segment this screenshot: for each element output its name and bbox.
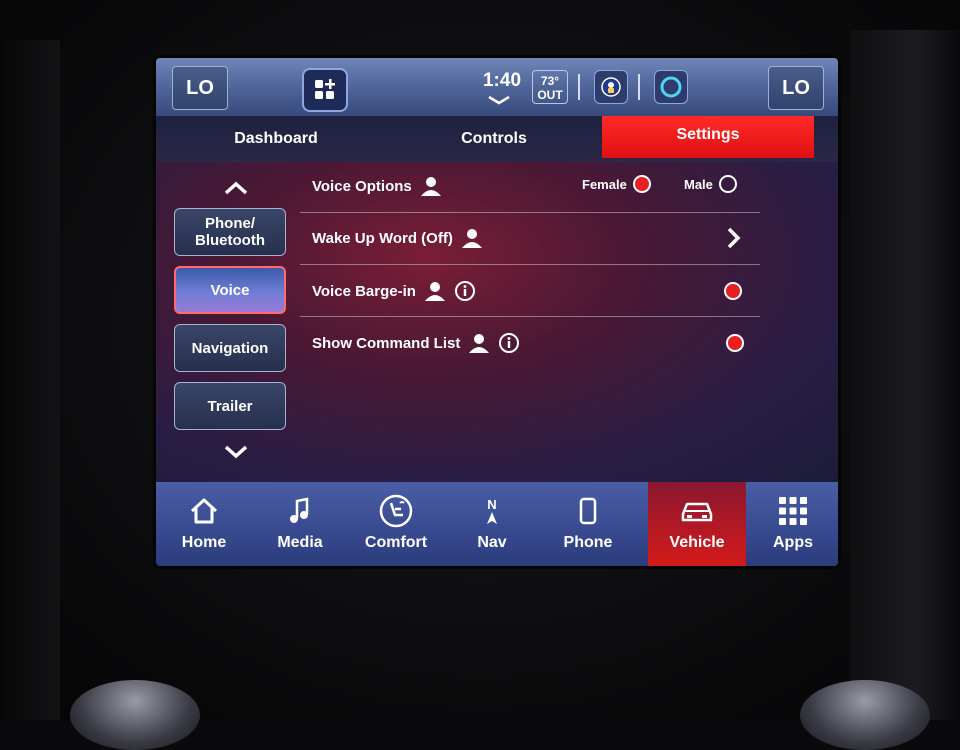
nav-nav[interactable]: N Nav bbox=[444, 482, 540, 566]
show-command-list-label-group: Show Command List bbox=[312, 332, 520, 354]
show-command-list-label: Show Command List bbox=[312, 334, 461, 352]
sidebar-item-trailer[interactable]: Trailer bbox=[174, 382, 286, 430]
male-radio[interactable] bbox=[718, 175, 737, 193]
outside-temp: 73° OUT bbox=[532, 70, 568, 104]
female-radio[interactable] bbox=[632, 175, 651, 193]
nav-apps[interactable]: Apps bbox=[748, 482, 838, 566]
chevron-right-icon[interactable] bbox=[724, 226, 742, 250]
nav-home[interactable]: Home bbox=[156, 482, 252, 566]
volume-knob[interactable] bbox=[70, 680, 200, 750]
nav-phone-label: Phone bbox=[563, 534, 613, 551]
infotainment-screen: LO 1:40 73° OUT LO Dashboard Controls Se… bbox=[156, 58, 838, 566]
voice-barge-in-label: Voice Barge-in bbox=[312, 282, 416, 300]
bezel-left bbox=[0, 40, 60, 720]
music-note-icon bbox=[290, 497, 309, 523]
user-icon bbox=[461, 229, 482, 248]
apps-grid-icon bbox=[779, 497, 807, 525]
compass-north-label: N bbox=[487, 497, 497, 512]
voice-barge-in-label-group: Voice Barge-in bbox=[312, 280, 476, 302]
vehicle-icon bbox=[681, 502, 713, 522]
nav-media[interactable]: Media bbox=[252, 482, 348, 566]
widget-grid-icon bbox=[315, 79, 335, 99]
voice-barge-in-toggle[interactable] bbox=[724, 282, 742, 300]
driver-temp-button[interactable]: LO bbox=[172, 66, 228, 110]
divider bbox=[578, 74, 580, 100]
voice-male-option[interactable]: Male bbox=[684, 175, 737, 193]
tune-knob[interactable] bbox=[800, 680, 930, 750]
info-icon[interactable] bbox=[498, 332, 520, 354]
alexa-icon bbox=[660, 76, 682, 98]
nav-media-label: Media bbox=[277, 534, 323, 551]
voice-female-option[interactable]: Female bbox=[582, 175, 651, 193]
nav-nav-label: Nav bbox=[477, 534, 507, 551]
chevron-down-icon[interactable] bbox=[484, 94, 514, 108]
nav-home-label: Home bbox=[181, 534, 227, 551]
home-icon bbox=[190, 498, 218, 524]
alexa-button[interactable] bbox=[654, 70, 688, 104]
user-icon bbox=[420, 177, 441, 196]
nav-phone[interactable]: Phone bbox=[540, 482, 636, 566]
bezel-right bbox=[850, 30, 960, 720]
show-command-list-toggle[interactable] bbox=[726, 334, 744, 352]
voice-options-label-group: Voice Options bbox=[312, 176, 442, 196]
status-bar: LO 1:40 73° OUT LO bbox=[156, 58, 838, 116]
tab-bar: Dashboard Controls Settings bbox=[156, 116, 838, 164]
outside-temp-label: OUT bbox=[537, 88, 563, 102]
sidebar-item-navigation[interactable]: Navigation bbox=[174, 324, 286, 372]
settings-content: Phone/ Bluetooth Voice Navigation Traile… bbox=[156, 162, 838, 482]
phone-icon bbox=[579, 497, 597, 525]
female-label: Female bbox=[582, 176, 627, 192]
nav-comfort[interactable]: Comfort bbox=[348, 482, 444, 566]
passenger-temp-button[interactable]: LO bbox=[768, 66, 824, 110]
wake-up-word-row[interactable]: Wake Up Word (Off) bbox=[300, 214, 760, 265]
sidebar-item-phone-bluetooth[interactable]: Phone/ Bluetooth bbox=[174, 208, 286, 256]
bottom-nav: Home Media Comfort N Nav Phone Vehicle A… bbox=[156, 482, 838, 566]
user-icon bbox=[469, 334, 490, 353]
voice-options-row: Voice Options Female Male bbox=[300, 162, 760, 213]
nav-apps-label: Apps bbox=[773, 534, 813, 551]
info-icon[interactable] bbox=[454, 280, 476, 302]
sidebar-item-voice[interactable]: Voice bbox=[174, 266, 286, 314]
driver-assist-button[interactable] bbox=[594, 70, 628, 104]
nav-comfort-label: Comfort bbox=[364, 534, 428, 551]
driver-assist-icon bbox=[601, 77, 621, 97]
male-label: Male bbox=[684, 176, 713, 192]
wake-up-word-label-group: Wake Up Word (Off) bbox=[312, 228, 483, 248]
voice-barge-in-row: Voice Barge-in bbox=[300, 266, 760, 317]
tab-dashboard[interactable]: Dashboard bbox=[196, 116, 356, 162]
wake-up-word-label: Wake Up Word (Off) bbox=[312, 229, 453, 247]
clock[interactable]: 1:40 bbox=[472, 70, 532, 92]
voice-options-label: Voice Options bbox=[312, 177, 412, 195]
tab-settings[interactable]: Settings bbox=[602, 116, 814, 158]
divider bbox=[638, 74, 640, 100]
nav-vehicle[interactable]: Vehicle bbox=[648, 482, 746, 566]
tab-controls[interactable]: Controls bbox=[414, 116, 574, 162]
user-icon bbox=[424, 282, 445, 301]
outside-temp-value: 73° bbox=[540, 74, 560, 88]
widget-grid-button[interactable] bbox=[302, 68, 348, 112]
seat-comfort-icon bbox=[379, 494, 413, 528]
scroll-down-button[interactable] bbox=[216, 440, 256, 466]
compass-icon: N bbox=[444, 496, 540, 526]
nav-vehicle-label: Vehicle bbox=[669, 534, 725, 551]
scroll-up-button[interactable] bbox=[216, 176, 256, 202]
chevron-up-icon bbox=[224, 181, 248, 195]
show-command-list-row: Show Command List bbox=[300, 318, 760, 368]
chevron-down-icon bbox=[224, 445, 248, 459]
